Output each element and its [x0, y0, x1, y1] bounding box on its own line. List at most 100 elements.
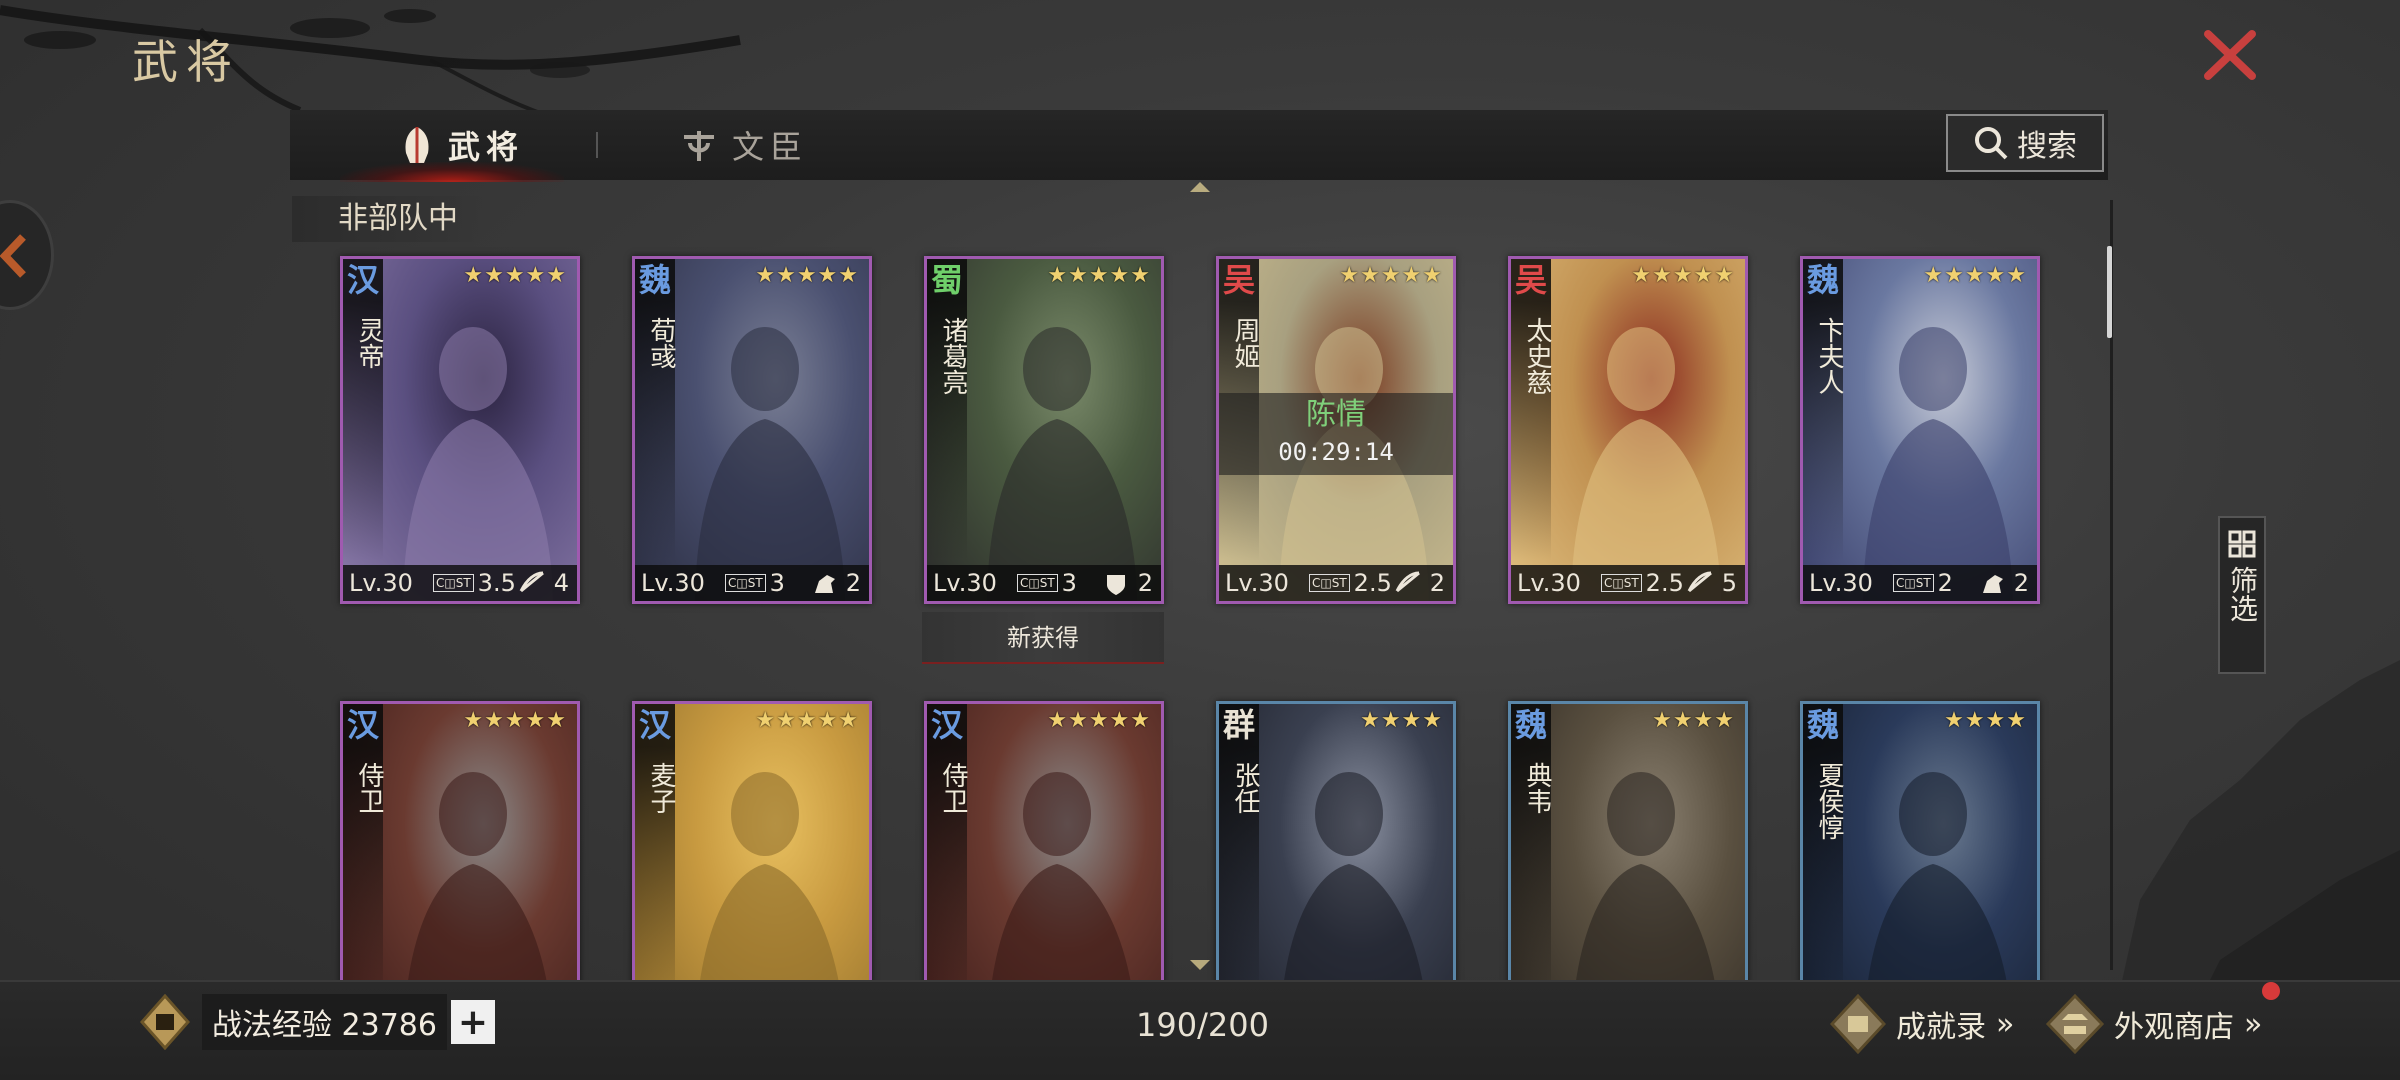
star-rating: ★★★★★: [1047, 263, 1151, 288]
star-rating: ★★★★: [1652, 708, 1735, 733]
cost-icon: C◫ST: [725, 574, 766, 592]
star-rating: ★★★★★: [463, 708, 567, 733]
faction-badge: 汉: [343, 259, 383, 301]
cost-icon: C◫ST: [1893, 574, 1934, 592]
helmet-icon: [400, 125, 434, 165]
card-info-bar: Lv.30 C◫ST 2.5 2: [1219, 565, 1453, 601]
scroll-down-arrow-icon: [1190, 960, 1210, 970]
general-card[interactable]: 蜀诸葛亮 ★★★★★ Lv.30 C◫ST 3 2: [924, 256, 1164, 604]
search-icon: [1975, 127, 2008, 160]
star-rating: ★★★★★: [463, 263, 567, 288]
faction-badge: 魏: [1803, 704, 1843, 746]
general-name: 夏侯惇: [1814, 762, 1844, 840]
close-button[interactable]: [2200, 28, 2260, 82]
level-label: Lv.30: [1809, 569, 1873, 597]
pagoda-shop-icon: [2046, 994, 2104, 1054]
search-button[interactable]: 搜索: [1946, 114, 2104, 172]
card-info-bar: Lv.30 C◫ST 3.5 4: [343, 565, 577, 601]
level-label: Lv.30: [641, 569, 705, 597]
general-name: 灵帝: [354, 317, 384, 369]
general-name: 太史慈: [1522, 317, 1552, 395]
tactic-exp-box: 战法经验 23786 +: [140, 994, 495, 1050]
faction-badge: 魏: [635, 259, 675, 301]
faction-badge: 吴: [1511, 259, 1551, 301]
filter-button[interactable]: 筛选: [2218, 516, 2266, 674]
star-rating: ★★★★★: [1631, 263, 1735, 288]
tab-generals-label: 武将: [448, 128, 525, 166]
cost-icon: C◫ST: [433, 574, 474, 592]
general-name: 张任: [1230, 762, 1260, 814]
bow-icon: [1687, 571, 1712, 593]
general-card[interactable]: 魏荀彧 ★★★★★ Lv.30 C◫ST 3 2: [632, 256, 872, 604]
card-info-bar: Lv.30 C◫ST 2 2: [1803, 565, 2037, 601]
status-overlay: 陈情 00:29:14: [1219, 393, 1453, 475]
scrollbar-thumb[interactable]: [2107, 246, 2112, 338]
star-rating: ★★★★★: [1047, 708, 1151, 733]
grid-icon: [2228, 530, 2256, 558]
general-name: 诸葛亮: [938, 317, 968, 395]
tab-officials-label: 文臣: [732, 128, 809, 166]
general-name: 卞夫人: [1814, 317, 1844, 395]
general-name: 荀彧: [646, 317, 676, 369]
troop-count: 2: [1429, 569, 1445, 597]
star-rating: ★★★★: [1360, 708, 1443, 733]
general-name: 麦子: [646, 762, 676, 814]
chevron-right-icon: »: [1996, 1006, 2015, 1042]
troop-count: 5: [1721, 569, 1737, 597]
skin-shop-button[interactable]: 外观商店 »: [2046, 994, 2262, 1054]
status-timer: 00:29:14: [1278, 438, 1394, 466]
star-rating: ★★★★: [1944, 708, 2027, 733]
horse-icon: [815, 575, 835, 593]
level-label: Lv.30: [933, 569, 997, 597]
troop-count: 4: [553, 569, 569, 597]
faction-badge: 魏: [1803, 259, 1843, 301]
general-card[interactable]: 吴太史慈 ★★★★★ Lv.30 C◫ST 2.5 5: [1508, 256, 1748, 604]
tactic-exp-label: 战法经验 23786: [202, 994, 447, 1050]
chevron-right-icon: »: [2244, 1006, 2263, 1042]
star-rating: ★★★★★: [1339, 263, 1443, 288]
faction-badge: 汉: [635, 704, 675, 746]
side-return-button[interactable]: [0, 200, 54, 310]
card-info-bar: Lv.30 C◫ST 3 2: [927, 565, 1161, 601]
page-title: 武将: [132, 35, 240, 89]
general-card[interactable]: 魏卞夫人 ★★★★★ Lv.30 C◫ST 2 2: [1800, 256, 2040, 604]
star-rating: ★★★★★: [755, 708, 859, 733]
general-card[interactable]: 汉灵帝 ★★★★★ Lv.30 C◫ST 3.5 4: [340, 256, 580, 604]
level-label: Lv.30: [1225, 569, 1289, 597]
bow-icon: [519, 571, 544, 593]
troop-count: 2: [2013, 569, 2029, 597]
general-name: 侍卫: [354, 762, 384, 814]
add-exp-button[interactable]: +: [450, 1000, 495, 1044]
card-info-bar: Lv.30 C◫ST 2.5 5: [1511, 565, 1745, 601]
horse-icon: [1983, 575, 2003, 593]
level-label: Lv.30: [1517, 569, 1581, 597]
tab-officials[interactable]: 文臣: [680, 110, 808, 180]
filter-label: 筛选: [2226, 566, 2259, 622]
general-name: 周姬: [1230, 317, 1260, 369]
return-arrow-icon: [0, 234, 26, 278]
faction-badge: 蜀: [927, 259, 967, 301]
general-name: 侍卫: [938, 762, 968, 814]
skin-shop-label: 外观商店: [2114, 1010, 2234, 1045]
faction-badge: 群: [1219, 704, 1259, 746]
close-icon: [2204, 30, 2256, 80]
tactic-exp-icon: [140, 994, 190, 1050]
faction-badge: 魏: [1511, 704, 1551, 746]
star-rating: ★★★★★: [1923, 263, 2027, 288]
star-rating: ★★★★★: [755, 263, 859, 288]
tab-generals[interactable]: 武将: [339, 110, 565, 182]
general-card[interactable]: 吴周姬 ★★★★★ 陈情 00:29:14 Lv.30 C◫ST 2.5 2: [1216, 256, 1456, 604]
cost-icon: C◫ST: [1017, 574, 1058, 592]
faction-badge: 吴: [1219, 259, 1259, 301]
cost-icon: C◫ST: [1601, 574, 1642, 592]
scroll-up-arrow-icon: [1190, 182, 1210, 192]
faction-badge: 汉: [343, 704, 383, 746]
search-label: 搜索: [2017, 129, 2077, 164]
notification-dot: [2262, 982, 2280, 1000]
new-acquired-tag: 新获得: [922, 612, 1164, 664]
achievement-medal-icon: [1830, 994, 1886, 1054]
troop-count: 2: [845, 569, 861, 597]
achievements-button[interactable]: 成就录 »: [1830, 994, 2014, 1054]
level-label: Lv.30: [349, 569, 413, 597]
tab-bar: 武将 文臣: [290, 110, 2108, 182]
